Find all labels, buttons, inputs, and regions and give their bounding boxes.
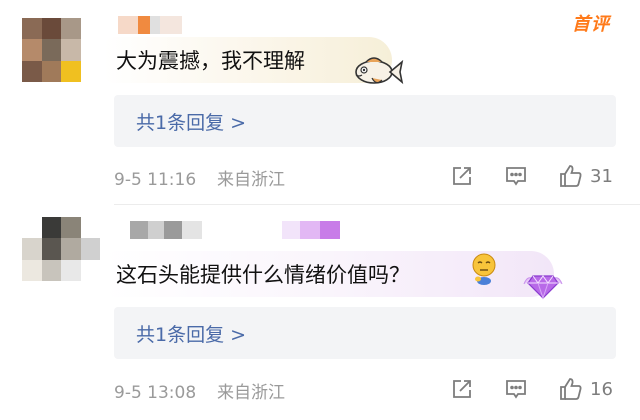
timestamp: 9-5 13:08: [114, 383, 197, 403]
first-comment-badge: 首评: [572, 14, 610, 35]
comment-actions: 31: [446, 161, 626, 191]
thinking-face-icon: [472, 253, 496, 285]
comment-text: 这石头能提供什么情绪价值吗？: [116, 263, 410, 287]
share-icon: [453, 167, 471, 185]
share-button[interactable]: [450, 161, 474, 191]
like-count: 31: [590, 165, 613, 187]
fish-icon: [355, 57, 404, 85]
comment-icon: [506, 167, 526, 186]
comment-actions: 16: [446, 374, 626, 404]
location: 来自浙江: [216, 170, 285, 190]
like-button[interactable]: 16: [558, 374, 613, 404]
comment-item: 这石头能提供什么情绪价值吗？ 共1条回复 > 9-5 13:08 来自浙江 16: [0, 205, 640, 420]
view-replies-link[interactable]: 共1条回复 >: [136, 108, 246, 135]
share-button[interactable]: [450, 374, 474, 404]
like-button[interactable]: 31: [558, 161, 613, 191]
reply-thread-box[interactable]: 共1条回复 >: [114, 95, 616, 147]
timestamp: 9-5 11:16: [114, 170, 197, 190]
reply-button[interactable]: [504, 161, 528, 191]
username[interactable]: [118, 16, 182, 34]
reply-thread-box[interactable]: 共1条回复 >: [114, 307, 616, 359]
user-badge: [282, 221, 340, 239]
view-replies-link[interactable]: 共1条回复 >: [136, 320, 246, 347]
thumbs-up-icon: [560, 378, 582, 400]
comment-item: 首评 大为震撼，我不理解 共1条回复 > 9-5 11:16 来自浙江 31: [0, 0, 640, 205]
share-icon: [453, 380, 471, 398]
avatar[interactable]: [22, 18, 100, 82]
comment-text: 大为震撼，我不理解: [116, 49, 305, 73]
diamond-badge-icon: [523, 275, 563, 300]
thumbs-up-icon: [560, 165, 582, 187]
comment-bubble: 大为震撼，我不理解: [104, 37, 392, 83]
username[interactable]: [130, 221, 202, 239]
comment-meta: 9-5 11:16 来自浙江: [114, 165, 285, 190]
reply-button[interactable]: [504, 374, 528, 404]
avatar[interactable]: [22, 217, 100, 281]
location: 来自浙江: [216, 383, 285, 403]
like-count: 16: [590, 378, 613, 400]
comment-icon: [506, 380, 526, 399]
comment-meta: 9-5 13:08 来自浙江: [114, 378, 285, 403]
